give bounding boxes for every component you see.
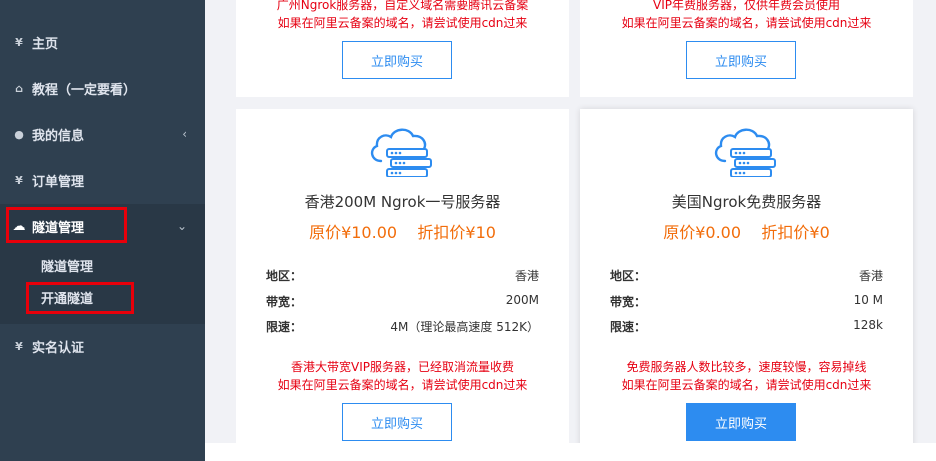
card-note: 免费服务器人数比较多，速度较慢，容易掉线 — [626, 360, 867, 374]
server-card-hongkong: 香港200M Ngrok一号服务器 原价¥10.00 折扣价¥10 地区： 香港… — [236, 109, 569, 449]
cloud-server-icon — [714, 128, 776, 177]
server-card-vip: VIP年费服务器，仅供年费会员使用 如果在阿里云备案的域名，请尝试使用cdn过来… — [580, 0, 913, 97]
spec-value: 128k — [853, 318, 883, 332]
sidebar-item-label: 订单管理 — [32, 174, 85, 190]
yen-icon: ¥ — [15, 173, 23, 187]
server-title: 香港200M Ngrok一号服务器 — [304, 193, 501, 211]
sidebar-item-my-info[interactable]: ● 我的信息 ‹ — [0, 112, 205, 156]
spec-row-bandwidth: 带宽： 10 M — [610, 293, 883, 310]
server-title: 美国Ngrok免费服务器 — [671, 193, 822, 211]
buy-button[interactable]: 立即购买 — [342, 403, 452, 441]
sidebar: ¥ 主页 ⌂ 教程（一定要看） ● 我的信息 ‹ ¥ 订单管理 ☁ 隧道管理 ⌄… — [0, 0, 205, 461]
card-note: 如果在阿里云备案的域名，请尝试使用cdn过来 — [621, 16, 872, 30]
card-note: 广州Ngrok服务器，自定义域名需要腾讯云备案 — [276, 0, 529, 12]
card-note: 香港大带宽VIP服务器，已经取消流量收费 — [291, 360, 514, 374]
spec-value: 香港 — [858, 269, 883, 283]
highlight-box-tunnels — [6, 207, 127, 243]
card-note: VIP年费服务器，仅供年费会员使用 — [653, 0, 840, 12]
home-icon: ⌂ — [15, 81, 23, 95]
chevron-down-icon: ⌄ — [176, 219, 187, 233]
server-price: 原价¥10.00 折扣价¥10 — [309, 223, 496, 242]
server-card-usa-free: 美国Ngrok免费服务器 原价¥0.00 折扣价¥0 地区： 香港 带宽： 10… — [580, 109, 913, 449]
yen-icon: ¥ — [15, 35, 23, 49]
spec-value: 10 M — [853, 293, 883, 307]
buy-button[interactable]: 立即购买 — [686, 41, 796, 79]
sidebar-item-label: 主页 — [32, 36, 59, 52]
spec-row-speed-limit: 限速： 128k — [610, 318, 883, 335]
sidebar-item-tutorial[interactable]: ⌂ 教程（一定要看） — [0, 66, 205, 110]
spec-row-bandwidth: 带宽： 200M — [266, 293, 539, 310]
user-icon: ● — [14, 127, 24, 141]
spec-label: 限速： — [610, 320, 647, 334]
card-note: 如果在阿里云备案的域名，请尝试使用cdn过来 — [277, 16, 528, 30]
spec-label: 地区： — [610, 269, 647, 283]
spec-row-speed-limit: 限速： 4M（理论最高速度 512K） — [266, 318, 539, 335]
server-price: 原价¥0.00 折扣价¥0 — [663, 223, 830, 242]
card-note: 如果在阿里云备案的域名，请尝试使用cdn过来 — [621, 378, 872, 392]
sidebar-item-label: 实名认证 — [32, 340, 85, 356]
spec-label: 带宽： — [266, 295, 303, 309]
card-note: 如果在阿里云备案的域名，请尝试使用cdn过来 — [277, 378, 528, 392]
main-content: 广州Ngrok服务器，自定义域名需要腾讯云备案 如果在阿里云备案的域名，请尝试使… — [205, 0, 936, 461]
spec-value: 4M（理论最高速度 512K） — [390, 320, 539, 334]
spec-row-region: 地区： 香港 — [266, 267, 539, 284]
submenu-tunnel-manage[interactable]: 隧道管理 — [41, 256, 93, 275]
sidebar-item-home[interactable]: ¥ 主页 — [0, 20, 205, 64]
spec-label: 地区： — [266, 269, 303, 283]
yen-icon: ¥ — [15, 339, 23, 353]
footer-strip — [205, 443, 936, 461]
buy-button[interactable]: 立即购买 — [686, 403, 796, 441]
chevron-left-icon: ‹ — [182, 127, 187, 141]
sidebar-item-verification[interactable]: ¥ 实名认证 — [0, 324, 205, 368]
server-card-guangzhou: 广州Ngrok服务器，自定义域名需要腾讯云备案 如果在阿里云备案的域名，请尝试使… — [236, 0, 569, 97]
spec-label: 带宽： — [610, 295, 647, 309]
spec-row-region: 地区： 香港 — [610, 267, 883, 284]
spec-value: 香港 — [514, 269, 539, 283]
spec-value: 200M — [505, 293, 539, 307]
spec-label: 限速： — [266, 320, 303, 334]
buy-button[interactable]: 立即购买 — [342, 41, 452, 79]
sidebar-item-label: 我的信息 — [32, 128, 85, 144]
highlight-box-open-tunnel — [26, 282, 134, 314]
sidebar-item-orders[interactable]: ¥ 订单管理 — [0, 158, 205, 202]
sidebar-item-label: 教程（一定要看） — [32, 82, 137, 98]
cloud-server-icon — [370, 128, 432, 177]
